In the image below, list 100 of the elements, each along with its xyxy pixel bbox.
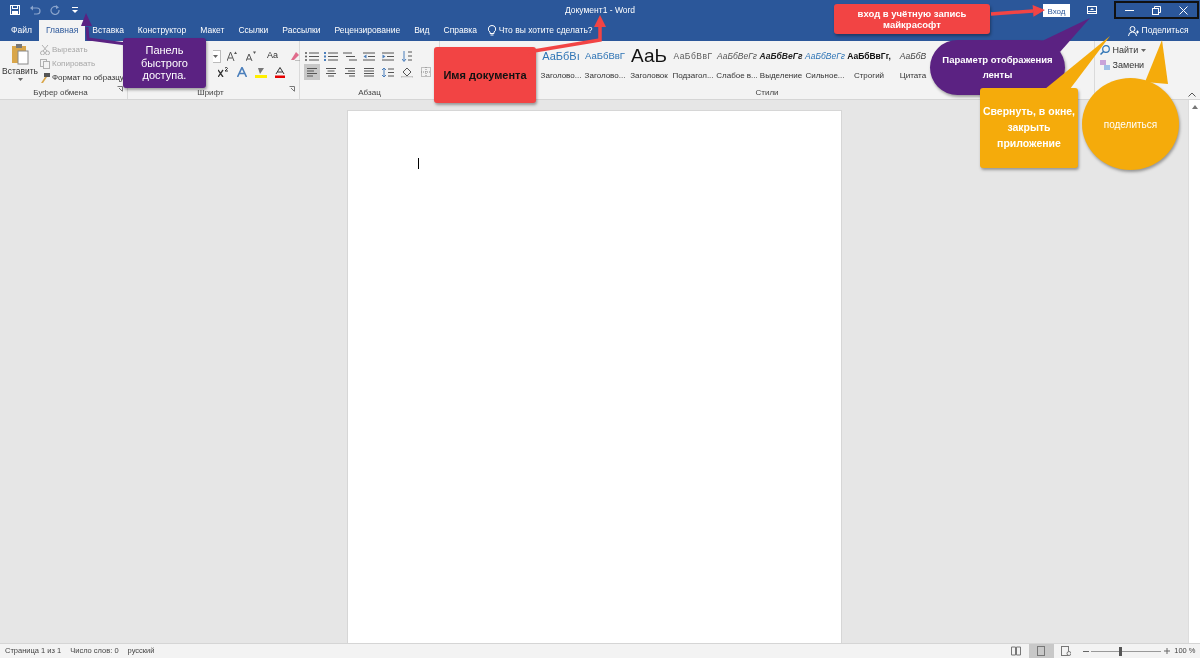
style-preview[interactable]: АаБбВвГ — [673, 47, 713, 64]
vertical-scrollbar[interactable] — [1188, 100, 1200, 643]
ribbon-tab[interactable]: Файл — [4, 20, 39, 41]
ribbon-tab[interactable]: Макет — [193, 20, 232, 41]
style-preview[interactable]: АаБбВеГг — [805, 47, 845, 64]
style-preview[interactable]: АаБбВеГг — [717, 47, 757, 64]
ribbon-tab[interactable]: Рецензирование — [327, 20, 408, 41]
text-effects-icon — [237, 67, 247, 77]
ribbon-tab[interactable]: Вид — [407, 20, 437, 41]
increase-indent-icon — [382, 51, 394, 61]
style-preview[interactable]: АаБбВеГг — [759, 47, 803, 64]
change-case-button[interactable]: Аа — [264, 48, 281, 64]
tell-me-search[interactable]: Что вы хотите сделать? — [498, 20, 593, 41]
ribbon-tab[interactable]: Вставка — [85, 20, 131, 41]
shrink-font-icon — [246, 51, 257, 61]
window-title: Документ1 - Word — [564, 3, 636, 17]
collapse-ribbon-icon[interactable] — [1187, 91, 1196, 97]
minimize-icon — [1125, 9, 1134, 11]
superscript-button[interactable] — [215, 64, 231, 80]
align-left-button[interactable] — [304, 64, 320, 80]
style-preview[interactable]: АаБбВвГг, — [847, 47, 891, 64]
paste-button[interactable]: Вставить — [4, 43, 36, 86]
lightbulb-icon — [488, 25, 497, 36]
zoom-in-button[interactable] — [1163, 645, 1170, 657]
ribbon-tab[interactable]: Справка — [436, 20, 484, 41]
annotation-arrow — [990, 4, 1045, 17]
font-color-button[interactable] — [272, 64, 288, 80]
clipboard-command[interactable]: Формат по образцу — [40, 71, 124, 85]
annotation-callout: вход в учётную запись майкрасофт — [834, 4, 990, 34]
print-layout-icon — [1036, 646, 1047, 656]
sort-icon — [402, 50, 412, 62]
decrease-indent-icon — [363, 51, 375, 61]
copy-icon — [40, 59, 50, 69]
slider-thumb[interactable] — [1119, 646, 1123, 656]
align-center-icon — [326, 67, 336, 77]
find-button[interactable]: Найти — [1099, 43, 1147, 58]
style-name: Слабое в... — [716, 69, 758, 82]
borders-icon — [421, 67, 431, 77]
group-label: Стили — [754, 87, 780, 99]
ribbon-tab[interactable]: Конструктор — [130, 20, 194, 41]
caret-icon — [17, 77, 23, 81]
ribbon-tab[interactable]: Ссылки — [231, 20, 276, 41]
style-name: Подзагол... — [672, 69, 714, 82]
annotation-callout: Свернуть, в окне, закрыть приложение — [980, 88, 1078, 168]
style-name: Заголовок — [630, 69, 668, 82]
numbered-list-icon — [324, 51, 338, 61]
grow-font-icon — [227, 51, 238, 61]
sign-in-button[interactable]: Вход — [1042, 3, 1070, 17]
style-name: Сильное... — [805, 69, 845, 82]
line-spacing-icon — [382, 67, 394, 77]
share-button[interactable]: Поделиться — [1121, 20, 1196, 41]
ribbon-tab[interactable]: Рассылки — [275, 20, 328, 41]
shading-icon — [401, 66, 413, 78]
style-preview[interactable]: АаБбВı — [542, 47, 580, 64]
group-label: Абзац — [357, 87, 382, 99]
redo-icon — [49, 5, 60, 15]
view-button[interactable] — [1028, 644, 1054, 658]
caret-icon — [71, 7, 78, 13]
bullet-list-icon — [305, 51, 319, 61]
font-size-field[interactable] — [213, 49, 222, 63]
format-brush-icon — [40, 73, 50, 83]
close-icon — [1179, 5, 1188, 15]
undo-icon — [28, 5, 41, 15]
align-justify-icon — [364, 67, 374, 77]
read-mode-icon — [1011, 646, 1022, 656]
style-name: Заголово... — [540, 69, 582, 82]
align-right-icon — [345, 67, 355, 77]
ribbon-display-icon — [1087, 6, 1097, 14]
multilevel-list-icon — [343, 51, 357, 61]
annotation-callout: Панель быстрого доступа. — [123, 38, 206, 88]
annotation-arrow — [81, 13, 127, 46]
clear-formatting-icon — [289, 51, 300, 61]
font-color-icon — [275, 66, 285, 78]
align-left-icon — [307, 67, 317, 77]
style-preview[interactable]: АаБбВвГ — [585, 47, 625, 64]
replace-icon — [1099, 60, 1110, 71]
replace-button[interactable]: Замени — [1099, 58, 1147, 73]
annotation-callout: Имя документа — [434, 47, 536, 103]
restore-icon — [1152, 5, 1161, 15]
style-preview[interactable]: АаЬ — [631, 47, 667, 64]
group-label: Буфер обмена — [33, 87, 88, 99]
text-effects-button[interactable] — [234, 64, 250, 80]
scissors-icon — [40, 45, 50, 55]
style-name: Заголово... — [584, 69, 626, 82]
caret-icon — [213, 54, 218, 58]
text-cursor — [418, 158, 419, 169]
save-icon — [9, 5, 20, 15]
person-icon — [1128, 25, 1140, 36]
callout-pointer — [1145, 40, 1168, 84]
style-name: Цитата — [899, 69, 927, 82]
caret-icon — [1141, 48, 1147, 52]
search-icon — [1099, 45, 1110, 56]
minus-icon — [1083, 650, 1090, 652]
highlighter-icon — [255, 66, 267, 78]
dialog-launcher-icon[interactable] — [117, 86, 123, 92]
group-label: Шрифт — [197, 87, 224, 99]
superscript-icon — [217, 67, 229, 77]
dialog-launcher-icon[interactable] — [289, 86, 295, 92]
ribbon-tab[interactable]: Главная — [38, 20, 86, 41]
style-preview[interactable]: АаБбВ — [899, 47, 927, 64]
